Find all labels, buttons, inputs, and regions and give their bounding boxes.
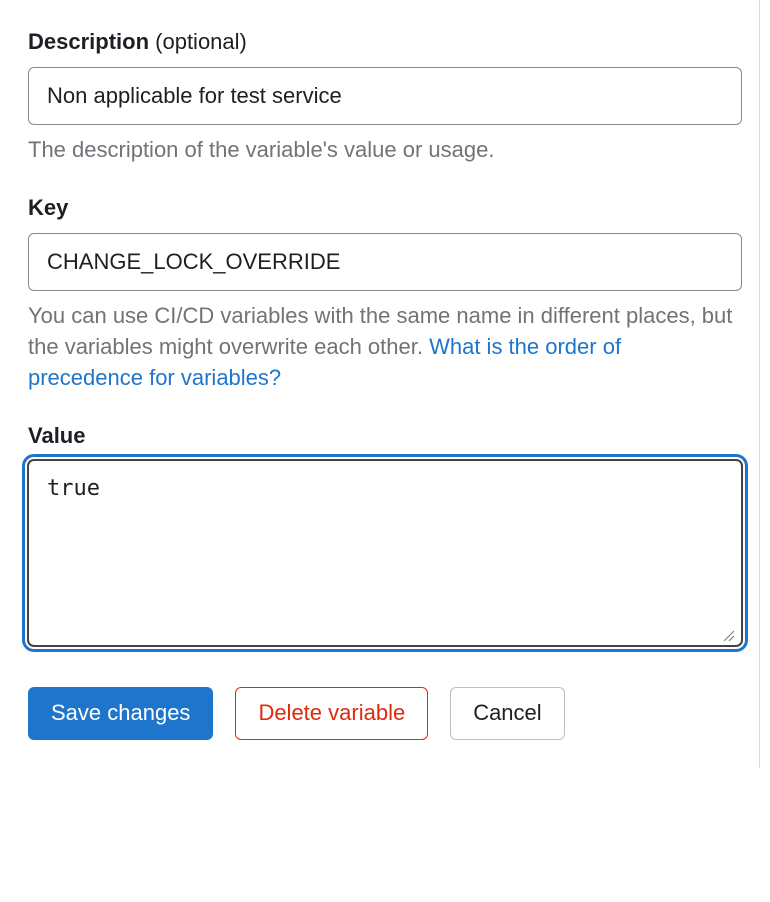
description-help-text: The description of the variable's value …	[28, 135, 742, 166]
value-label-row: Value	[28, 422, 742, 451]
description-label: Description	[28, 29, 149, 54]
description-input[interactable]	[28, 67, 742, 126]
key-field-group: Key You can use CI/CD variables with the…	[28, 194, 742, 394]
key-label-row: Key	[28, 194, 742, 223]
description-label-row: Description (optional)	[28, 28, 742, 57]
action-button-row: Save changes Delete variable Cancel	[28, 687, 742, 739]
value-textarea[interactable]	[28, 460, 742, 646]
cancel-button[interactable]: Cancel	[450, 687, 564, 739]
delete-button[interactable]: Delete variable	[235, 687, 428, 739]
value-field-group: Value	[28, 422, 742, 652]
description-optional-suffix: (optional)	[149, 29, 247, 54]
key-help-text: You can use CI/CD variables with the sam…	[28, 301, 742, 393]
key-input[interactable]	[28, 233, 742, 292]
panel-right-border	[759, 0, 760, 768]
key-help-prefix: You can use CI/CD variables with the sam…	[28, 303, 732, 359]
description-field-group: Description (optional) The description o…	[28, 28, 742, 166]
save-button[interactable]: Save changes	[28, 687, 213, 739]
key-label: Key	[28, 195, 68, 220]
value-label: Value	[28, 423, 85, 448]
